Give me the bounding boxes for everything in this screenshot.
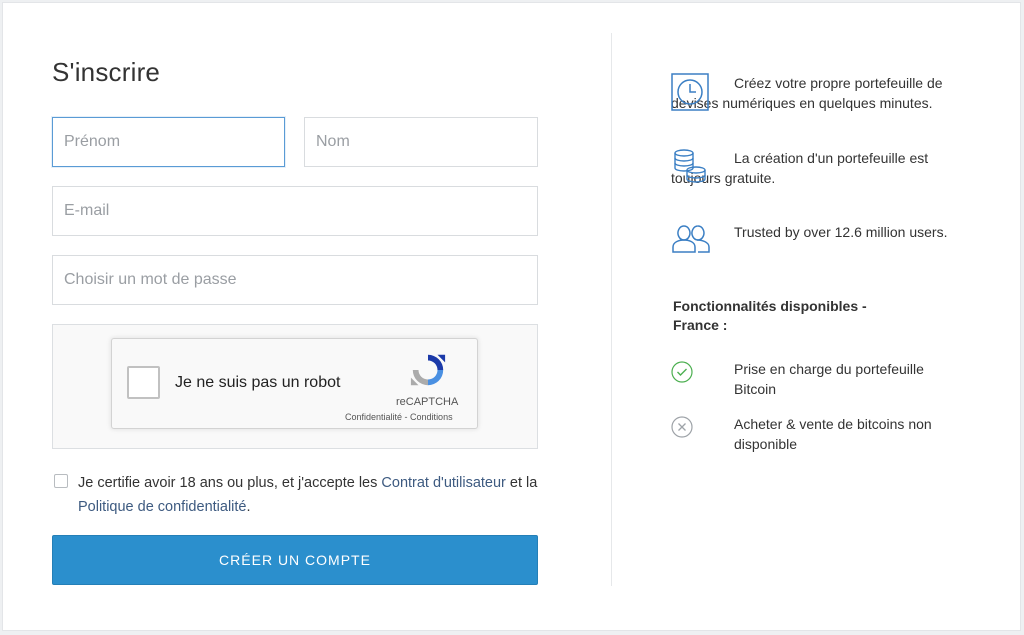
coins-icon	[674, 149, 706, 183]
check-circle-icon	[671, 361, 693, 383]
first-name-input[interactable]	[52, 117, 285, 167]
terms-checkbox[interactable]	[54, 474, 68, 488]
clock-icon	[671, 73, 709, 111]
page-title: S'inscrire	[52, 57, 161, 87]
recaptcha-widget: Je ne suis pas un robot reCAPTCHA Confid…	[111, 338, 478, 429]
availability-item: Prise en charge du portefeuille Bitcoin	[671, 359, 951, 399]
terms-text-2: et la	[505, 475, 538, 491]
column-divider	[611, 33, 612, 586]
last-name-input[interactable]	[304, 117, 538, 167]
availability-text: Prise en charge du portefeuille Bitcoin	[734, 361, 924, 397]
terms-text-3: .	[246, 499, 251, 515]
recaptcha-label: Je ne suis pas un robot	[175, 374, 341, 391]
feature-item: Trusted by over 12.6 million users.	[671, 222, 951, 253]
feature-text: Trusted by over 12.6 million users.	[734, 224, 948, 240]
password-input[interactable]	[52, 255, 538, 305]
email-input[interactable]	[52, 186, 538, 236]
captcha-container: Je ne suis pas un robot reCAPTCHA Confid…	[52, 324, 538, 449]
recaptcha-brand: reCAPTCHA	[396, 396, 459, 408]
create-account-button[interactable]: CRÉER UN COMPTE	[52, 535, 538, 585]
user-agreement-link[interactable]: Contrat d'utilisateur	[381, 475, 505, 491]
recaptcha-privacy-link[interactable]: Confidentialité	[345, 412, 402, 422]
recaptcha-link-separator: -	[402, 412, 411, 422]
terms-text-1: Je certifie avoir 18 ans ou plus, et j'a…	[78, 475, 382, 491]
recaptcha-checkbox[interactable]	[127, 366, 160, 399]
recaptcha-links: Confidentialité - Conditions	[345, 412, 453, 422]
feature-text: Créez votre propre portefeuille de devis…	[671, 75, 943, 111]
feature-text: La création d'un portefeuille est toujou…	[671, 150, 929, 186]
recaptcha-logo-icon	[410, 354, 446, 386]
terms-statement: Je certifie avoir 18 ans ou plus, et j'a…	[78, 471, 548, 519]
availability-title: Fonctionnalités disponibles - France :	[673, 298, 867, 333]
availability-item: Acheter & vente de bitcoins non disponib…	[671, 414, 951, 454]
privacy-policy-link[interactable]: Politique de confidentialité	[78, 499, 246, 515]
availability-text: Acheter & vente de bitcoins non disponib…	[734, 416, 932, 452]
users-icon	[672, 225, 710, 253]
feature-item: La création d'un portefeuille est toujou…	[671, 148, 951, 188]
signup-card: S'inscrire Je ne suis pas un robot reCAP…	[2, 2, 1021, 631]
feature-item: Créez votre propre portefeuille de devis…	[671, 73, 951, 113]
x-circle-icon	[671, 416, 693, 438]
recaptcha-terms-link[interactable]: Conditions	[410, 412, 453, 422]
